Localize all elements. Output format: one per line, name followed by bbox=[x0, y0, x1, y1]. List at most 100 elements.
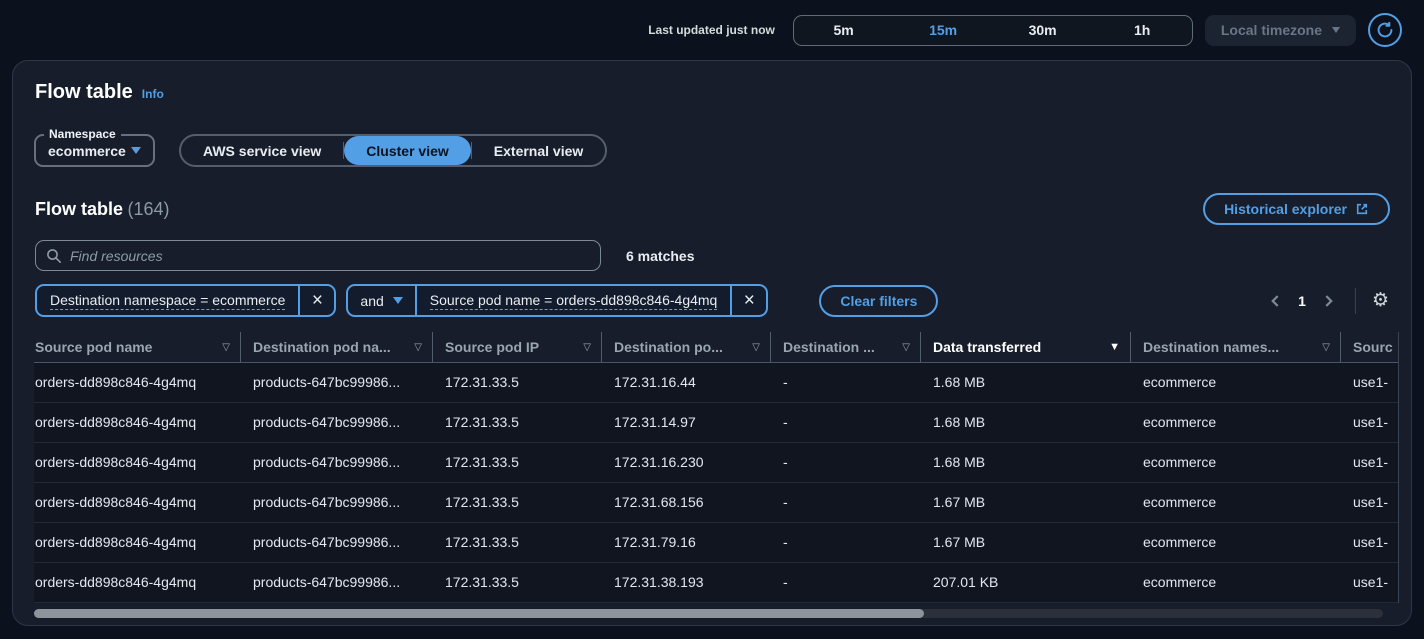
table-cell: ecommerce bbox=[1131, 483, 1341, 522]
namespace-label: Namespace bbox=[44, 127, 121, 141]
chevron-right-icon[interactable] bbox=[1319, 291, 1339, 311]
column-header-source-pod-ip[interactable]: Source pod IP▽ bbox=[433, 332, 602, 362]
table-cell: products-647bc99986... bbox=[241, 443, 433, 482]
table-cell: orders-dd898c846-4g4mq bbox=[34, 563, 241, 602]
column-header-sourc[interactable]: Sourc bbox=[1341, 332, 1398, 362]
column-header-source-pod-name[interactable]: Source pod name▽ bbox=[34, 332, 241, 362]
historical-explorer-button[interactable]: Historical explorer bbox=[1203, 193, 1390, 225]
time-range-30m-button[interactable]: 30m bbox=[993, 16, 1093, 45]
filter-token-text[interactable]: Source pod name = orders-dd898c846-4g4mq bbox=[417, 286, 731, 315]
column-header-destination-names[interactable]: Destination names...▽ bbox=[1131, 332, 1341, 362]
table-cell: use1- bbox=[1341, 523, 1398, 562]
sort-icon: ▽ bbox=[414, 342, 422, 353]
table-cell: 172.31.16.44 bbox=[602, 363, 771, 402]
table-cell: 172.31.33.5 bbox=[433, 563, 602, 602]
pagination: 1 ⚙ bbox=[1265, 288, 1389, 314]
table-row: orders-dd898c846-4g4mqproducts-647bc9998… bbox=[34, 443, 1398, 483]
column-header-destination-pod-na[interactable]: Destination pod na...▽ bbox=[241, 332, 433, 362]
table-cell: ecommerce bbox=[1131, 443, 1341, 482]
table-cell: products-647bc99986... bbox=[241, 563, 433, 602]
column-label: Destination names... bbox=[1143, 339, 1279, 355]
timezone-label: Local timezone bbox=[1221, 22, 1322, 38]
clear-filters-label: Clear filters bbox=[840, 293, 917, 309]
table-cell: ecommerce bbox=[1131, 563, 1341, 602]
table-cell: 1.67 MB bbox=[921, 523, 1131, 562]
sort-icon: ▽ bbox=[752, 342, 760, 353]
namespace-select[interactable]: Namespace ecommerce bbox=[34, 134, 155, 167]
table-cell: 1.68 MB bbox=[921, 403, 1131, 442]
table-row: orders-dd898c846-4g4mqproducts-647bc9998… bbox=[34, 563, 1398, 603]
flow-table: Source pod name▽Destination pod na...▽So… bbox=[34, 332, 1399, 603]
table-cell: orders-dd898c846-4g4mq bbox=[34, 363, 241, 402]
flow-table-body: orders-dd898c846-4g4mqproducts-647bc9998… bbox=[34, 363, 1398, 603]
horizontal-scrollbar[interactable] bbox=[34, 609, 1383, 618]
table-cell: - bbox=[771, 563, 921, 602]
table-cell: 1.68 MB bbox=[921, 443, 1131, 482]
panel-header: Flow table Info bbox=[34, 81, 1399, 104]
flow-table-panel: Flow table Info Namespace ecommerce AWS … bbox=[12, 60, 1412, 626]
table-cell: orders-dd898c846-4g4mq bbox=[34, 523, 241, 562]
namespace-value: ecommerce bbox=[48, 143, 126, 159]
refresh-icon bbox=[1376, 21, 1394, 39]
flow-table-head: Source pod name▽Destination pod na...▽So… bbox=[34, 332, 1398, 363]
filter-operator-dropdown[interactable]: and bbox=[348, 286, 416, 315]
time-range-15m-button[interactable]: 15m bbox=[893, 16, 993, 45]
filter-token: and Source pod name = orders-dd898c846-4… bbox=[346, 284, 768, 317]
last-updated-text: Last updated just now bbox=[648, 23, 775, 37]
search-icon bbox=[46, 248, 62, 264]
chevron-left-icon[interactable] bbox=[1265, 291, 1285, 311]
column-label: Destination po... bbox=[614, 339, 723, 355]
sort-icon: ▼ bbox=[1109, 341, 1120, 353]
refresh-button[interactable] bbox=[1368, 13, 1402, 47]
column-header-destination-po[interactable]: Destination po... ▽ bbox=[602, 332, 771, 362]
table-cell: - bbox=[771, 523, 921, 562]
column-header-destination[interactable]: Destination ... ▽ bbox=[771, 332, 921, 362]
time-range-1h-button[interactable]: 1h bbox=[1092, 16, 1192, 45]
table-section-header: Flow table (164) Historical explorer bbox=[34, 193, 1399, 225]
filter-operator-label: and bbox=[360, 293, 383, 309]
table-cell: 172.31.38.193 bbox=[602, 563, 771, 602]
sort-icon: ▽ bbox=[583, 342, 591, 353]
chevron-down-icon bbox=[1332, 27, 1340, 33]
historical-explorer-label: Historical explorer bbox=[1224, 201, 1347, 217]
table-cell: - bbox=[771, 363, 921, 402]
view-option-external[interactable]: External view bbox=[472, 136, 606, 165]
view-option-aws-service[interactable]: AWS service view bbox=[181, 136, 343, 165]
column-label: Destination ... bbox=[783, 339, 875, 355]
timezone-select[interactable]: Local timezone bbox=[1205, 15, 1356, 46]
sort-icon: ▽ bbox=[902, 342, 910, 353]
table-cell: 1.67 MB bbox=[921, 483, 1131, 522]
table-cell: ecommerce bbox=[1131, 363, 1341, 402]
column-label: Data transferred bbox=[933, 339, 1041, 355]
table-cell: 172.31.16.230 bbox=[602, 443, 771, 482]
search-box bbox=[35, 240, 601, 271]
gear-icon[interactable]: ⚙ bbox=[1372, 291, 1389, 310]
table-count: (164) bbox=[127, 199, 169, 219]
table-cell: orders-dd898c846-4g4mq bbox=[34, 443, 241, 482]
filter-token: Destination namespace = ecommerce × bbox=[35, 284, 336, 317]
table-cell: 172.31.79.16 bbox=[602, 523, 771, 562]
table-cell: products-647bc99986... bbox=[241, 483, 433, 522]
table-row: orders-dd898c846-4g4mqproducts-647bc9998… bbox=[34, 483, 1398, 523]
table-row: orders-dd898c846-4g4mqproducts-647bc9998… bbox=[34, 403, 1398, 443]
column-header-data-transferred[interactable]: Data transferred ▼ bbox=[921, 332, 1131, 362]
table-cell: products-647bc99986... bbox=[241, 363, 433, 402]
table-cell: ecommerce bbox=[1131, 403, 1341, 442]
scrollbar-thumb[interactable] bbox=[34, 609, 924, 618]
view-toggle: AWS service view Cluster view External v… bbox=[179, 134, 607, 167]
caret-down-icon bbox=[393, 297, 403, 304]
time-range-5m-button[interactable]: 5m bbox=[794, 16, 894, 45]
view-option-cluster[interactable]: Cluster view bbox=[344, 136, 470, 165]
info-link[interactable]: Info bbox=[142, 87, 164, 101]
close-icon[interactable]: × bbox=[298, 286, 334, 315]
search-input[interactable] bbox=[70, 248, 590, 264]
table-cell: 172.31.33.5 bbox=[433, 403, 602, 442]
time-range-segmented-control: 5m 15m 30m 1h bbox=[793, 15, 1193, 46]
filter-row: Destination namespace = ecommerce × and … bbox=[34, 284, 1399, 317]
close-icon[interactable]: × bbox=[730, 286, 766, 315]
table-row: orders-dd898c846-4g4mqproducts-647bc9998… bbox=[34, 363, 1398, 403]
clear-filters-button[interactable]: Clear filters bbox=[819, 285, 938, 317]
filter-token-text[interactable]: Destination namespace = ecommerce bbox=[37, 286, 298, 315]
table-cell: 172.31.33.5 bbox=[433, 523, 602, 562]
topbar: Last updated just now 5m 15m 30m 1h Loca… bbox=[0, 0, 1424, 60]
